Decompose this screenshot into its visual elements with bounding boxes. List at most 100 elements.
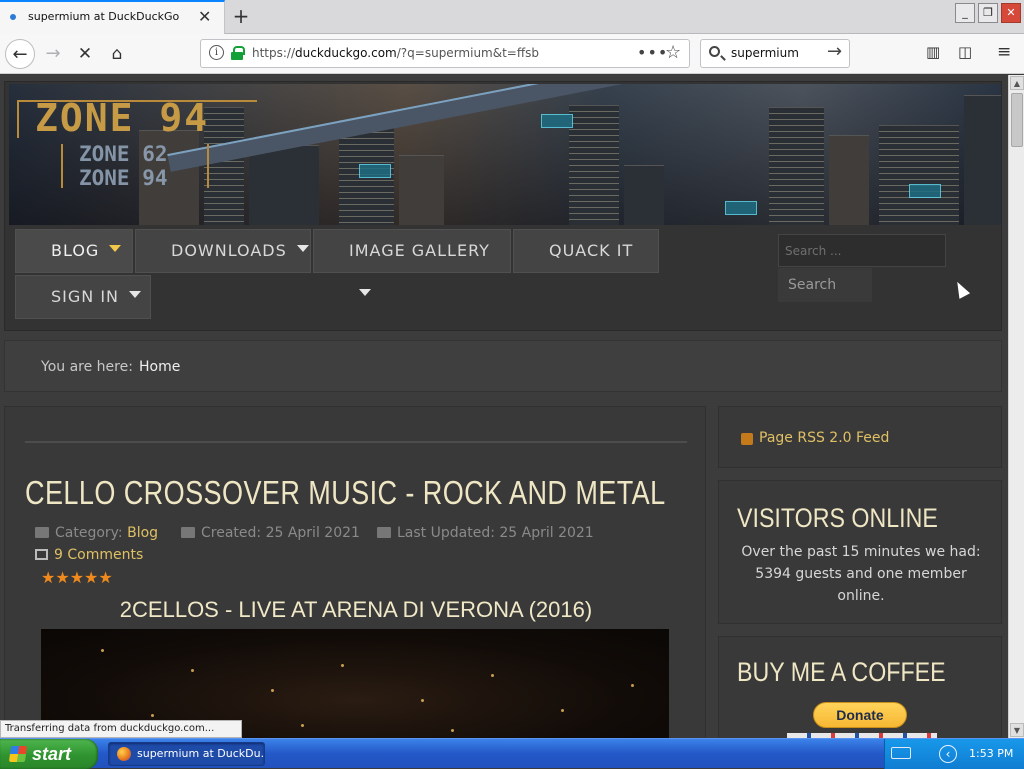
nav-blog[interactable]: BLOG [15, 229, 133, 273]
nav-quack-it-label: QUACK IT [549, 241, 634, 260]
breadcrumb-home-link[interactable]: Home [139, 359, 180, 375]
home-icon: ⌂ [111, 44, 123, 64]
coffee-module: BUY ME A COFFEE Donate [718, 636, 1002, 738]
site-search-button[interactable]: Search [778, 268, 872, 302]
article-subtitle: 2CELLOS - LIVE AT ARENA DI VERONA (2016) [119, 597, 593, 622]
url-host: duckduckgo.com [295, 46, 397, 60]
arrow-right-icon: → [45, 43, 61, 64]
site-search-input[interactable]: Search ... [778, 234, 946, 267]
search-query-text[interactable]: supermium [731, 46, 799, 60]
tray-collapse-icon[interactable]: ‹ [939, 745, 957, 763]
forward-button[interactable]: → [38, 39, 68, 69]
scroll-up-arrow-icon[interactable]: ▲ [1010, 76, 1024, 90]
visitors-title: VISITORS ONLINE [737, 503, 938, 533]
site-banner-image: ZONE 94 ZONE 62 ZONE 94 [9, 84, 1001, 225]
lock-icon [231, 46, 245, 60]
chevron-down-icon [359, 289, 371, 296]
rss-module: Page RSS 2.0 Feed [718, 406, 1002, 468]
nav-image-gallery-label: IMAGE GALLERY [349, 241, 490, 260]
folder-icon [35, 527, 49, 538]
scrollbar-thumb[interactable] [1011, 93, 1023, 147]
browser-tab-bar: supermium at DuckDuckGo ✕ + _ ❐ ✕ [0, 0, 1024, 34]
article-created: Created: 25 April 2021 [181, 525, 360, 541]
url-path: /?q=supermium&t=ffsb [396, 46, 539, 60]
article-updated: Last Updated: 25 April 2021 [377, 525, 594, 541]
chevron-down-icon [296, 245, 309, 252]
calendar-icon [377, 527, 391, 538]
breadcrumb: You are here: Home [4, 340, 1002, 392]
page-scrollbar[interactable]: ▲ ▼ [1008, 75, 1024, 738]
article: CELLO CROSSOVER MUSIC - ROCK AND METAL C… [4, 406, 706, 738]
library-icon[interactable]: ▥ [926, 43, 940, 61]
site-header: ZONE 94 ZONE 62 ZONE 94 BLOG DOWNLOADS I… [4, 81, 1002, 331]
logo-sub-line-2: ZONE 94 [79, 166, 168, 190]
browser-nav-bar: ← → ✕ ⌂ i https://duckduckgo.com/?q=supe… [0, 34, 1024, 74]
logo-sub-line-1: ZONE 62 [79, 142, 168, 166]
page-viewport: ZONE 94 ZONE 62 ZONE 94 BLOG DOWNLOADS I… [0, 75, 1008, 738]
nav-sign-in-label: SIGN IN [51, 287, 120, 306]
nav-blog-label: BLOG [51, 241, 100, 260]
nav-downloads-label: DOWNLOADS [171, 241, 287, 260]
browser-search-bar[interactable]: supermium → [700, 39, 850, 68]
nav-image-gallery[interactable]: IMAGE GALLERY [313, 229, 511, 296]
nav-downloads[interactable]: DOWNLOADS [135, 229, 311, 273]
article-category: Category: Blog [35, 525, 158, 541]
browser-status-text: Transferring data from duckduckgo.com... [0, 720, 242, 738]
nav-quack-it[interactable]: QUACK IT [513, 229, 659, 273]
taskbar-item-browser[interactable]: supermium at DuckDu... [108, 742, 265, 766]
arrow-left-icon: ← [12, 44, 28, 65]
comments-link[interactable]: 9 Comments [35, 547, 143, 563]
bookmark-star-icon[interactable]: ☆ [665, 42, 681, 63]
nav-sign-in[interactable]: SIGN IN [15, 275, 151, 319]
search-icon [709, 46, 720, 57]
chevron-down-icon [129, 291, 142, 298]
tab-title: supermium at DuckDuckGo [28, 10, 180, 23]
clock[interactable]: 1:53 PM [969, 747, 1013, 760]
breadcrumb-label: You are here: [41, 359, 133, 375]
windows-taskbar: start supermium at DuckDu... ‹ 1:53 PM [0, 738, 1024, 769]
site-info-icon[interactable]: i [209, 45, 224, 60]
new-tab-button[interactable]: + [229, 3, 253, 29]
article-title[interactable]: CELLO CROSSOVER MUSIC - ROCK AND METAL [25, 474, 666, 512]
updated-date: Last Updated: 25 April 2021 [397, 525, 594, 541]
search-go-arrow-icon[interactable]: → [827, 41, 842, 62]
windows-logo-icon [8, 746, 28, 762]
url-bar[interactable]: i https://duckduckgo.com/?q=supermium&t=… [200, 39, 690, 68]
stop-loading-button[interactable]: ✕ [70, 39, 100, 69]
close-window-button[interactable]: ✕ [1001, 3, 1021, 23]
scroll-down-arrow-icon[interactable]: ▼ [1010, 723, 1024, 737]
hamburger-menu-icon[interactable]: ≡ [997, 42, 1011, 62]
sidebar-toggle-icon[interactable]: ◫ [958, 43, 972, 61]
browser-tab[interactable]: supermium at DuckDuckGo ✕ [0, 0, 225, 34]
home-button[interactable]: ⌂ [102, 39, 132, 69]
back-button[interactable]: ← [5, 39, 35, 69]
site-logo-sub: ZONE 62 ZONE 94 [79, 142, 168, 190]
divider [25, 441, 687, 443]
category-link[interactable]: Blog [127, 525, 158, 541]
donate-button[interactable]: Donate [813, 702, 907, 728]
site-logo-main[interactable]: ZONE 94 [35, 96, 209, 140]
comments-count: 9 Comments [54, 547, 144, 563]
start-button[interactable]: start [0, 739, 98, 769]
rss-feed-link[interactable]: Page RSS 2.0 Feed [759, 430, 889, 446]
system-tray: ‹ 1:53 PM [884, 739, 1024, 769]
tab-close-icon[interactable]: ✕ [198, 7, 211, 26]
browser-app-icon [117, 747, 131, 761]
category-label: Category: [55, 525, 123, 541]
chevron-down-icon [109, 245, 122, 252]
url-text[interactable]: https://duckduckgo.com/?q=supermium&t=ff… [252, 46, 539, 60]
restore-window-button[interactable]: ❐ [978, 3, 998, 23]
coffee-title: BUY ME A COFFEE [737, 657, 946, 687]
comment-icon [35, 549, 48, 560]
start-label: start [32, 744, 72, 764]
created-date: Created: 25 April 2021 [201, 525, 360, 541]
taskbar-item-label: supermium at DuckDu... [137, 747, 265, 760]
stop-icon: ✕ [77, 44, 93, 64]
keyboard-icon[interactable] [891, 747, 911, 759]
visitors-module: VISITORS ONLINE Over the past 15 minutes… [718, 480, 1002, 624]
rating-stars[interactable]: ★★★★★ [41, 568, 113, 587]
minimize-window-button[interactable]: _ [955, 3, 975, 23]
url-scheme: https:// [252, 46, 296, 60]
page-actions-menu-icon[interactable]: ••• [637, 43, 668, 62]
duckduckgo-favicon-icon [10, 14, 16, 20]
